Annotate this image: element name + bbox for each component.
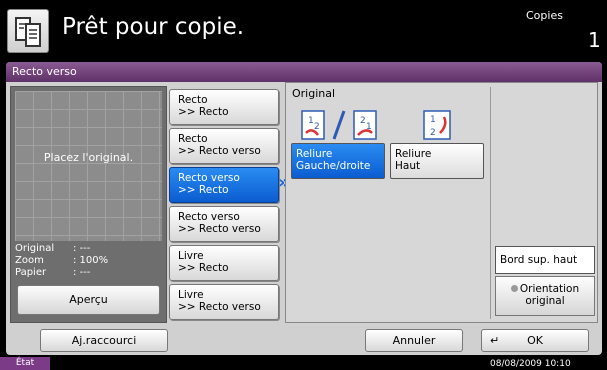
divider: [490, 87, 491, 319]
original-label: Original: [292, 87, 336, 100]
mode-line2: >> Recto: [178, 184, 229, 196]
orientation-line1-text: Orientation: [519, 283, 580, 295]
mode-line2: >> Recto verso: [178, 301, 261, 313]
status-tag[interactable]: État: [0, 357, 50, 370]
reliure-haut-button[interactable]: Reliure Haut: [390, 143, 484, 179]
enter-icon: ↵: [490, 334, 500, 347]
reliure-gd-line1: Reliure: [296, 148, 333, 160]
svg-text:2: 2: [430, 128, 436, 138]
mode-rectoverso-recto-button[interactable]: Recto verso >> Recto: [169, 167, 279, 203]
reliure-gauche-droite-button[interactable]: Reliure Gauche/droite: [291, 143, 385, 179]
copies-label: Copies: [526, 9, 563, 22]
document-copy-icon: [7, 9, 49, 53]
info-papier-value: : ---: [73, 267, 91, 278]
svg-text:2: 2: [360, 116, 366, 126]
mode-livre-recto-button[interactable]: Livre >> Recto: [169, 245, 279, 281]
binding-left-right-icon: 1 2 2 1: [300, 109, 380, 141]
mode-line1: Recto: [178, 133, 208, 145]
info-original-label: Original: [15, 243, 55, 254]
reliure-gd-line2: Gauche/droite: [296, 160, 371, 172]
bord-sup-field: Bord sup. haut: [495, 246, 595, 274]
svg-text:1: 1: [308, 116, 314, 126]
info-zoom-label: Zoom: [15, 255, 44, 266]
orientation-line1: Orientation: [496, 283, 594, 295]
mode-recto-recto-button[interactable]: Recto >> Recto: [169, 89, 279, 125]
mode-livre-rectoverso-button[interactable]: Livre >> Recto verso: [169, 284, 279, 320]
section-title: Recto verso: [6, 62, 602, 82]
mode-line1: Livre: [178, 289, 204, 301]
mode-recto-rectoverso-button[interactable]: Recto >> Recto verso: [169, 128, 279, 164]
info-original-value: : ---: [73, 243, 91, 254]
info-papier-label: Papier: [15, 267, 47, 278]
info-zoom-value: : 100%: [73, 255, 109, 266]
mode-line2: >> Recto: [178, 106, 229, 118]
reliure-haut-line2: Haut: [395, 160, 421, 172]
binding-top-icon: 1 2: [422, 109, 454, 141]
datetime: 08/08/2009 10:10: [490, 359, 571, 369]
cancel-button[interactable]: Annuler: [365, 329, 463, 352]
mode-line2: >> Recto verso: [178, 223, 261, 235]
mode-line2: >> Recto: [178, 262, 229, 274]
orientation-original-button[interactable]: Orientation original: [495, 276, 595, 316]
page-title: Prêt pour copie.: [62, 14, 245, 40]
apercu-button[interactable]: Aperçu: [17, 285, 160, 315]
mode-line2: >> Recto verso: [178, 145, 261, 157]
ok-button[interactable]: ↵ OK: [481, 329, 589, 352]
ok-label: OK: [527, 334, 543, 347]
mode-line1: Recto verso: [178, 172, 240, 184]
radio-dot-icon: [510, 285, 518, 292]
preview-area: Placez l'original.: [15, 91, 162, 241]
original-panel: Original 1 2 2 1 1 2 Reliure Gauche/droi…: [285, 82, 598, 323]
orientation-line2: original: [525, 295, 565, 307]
mode-line1: Recto verso: [178, 211, 240, 223]
svg-text:1: 1: [430, 115, 436, 125]
mode-line1: Livre: [178, 250, 204, 262]
main-panel: Recto verso Placez l'original. Original …: [6, 62, 602, 355]
mode-rectoverso-rectoverso-button[interactable]: Recto verso >> Recto verso: [169, 206, 279, 242]
reliure-haut-line1: Reliure: [395, 148, 432, 160]
copies-count: 1: [588, 28, 601, 52]
add-shortcut-button[interactable]: Aj.raccourci: [40, 329, 168, 352]
preview-panel: Placez l'original. Original : --- Zoom :…: [10, 86, 167, 323]
preview-placeholder: Placez l'original.: [43, 151, 134, 164]
mode-line1: Recto: [178, 94, 208, 106]
